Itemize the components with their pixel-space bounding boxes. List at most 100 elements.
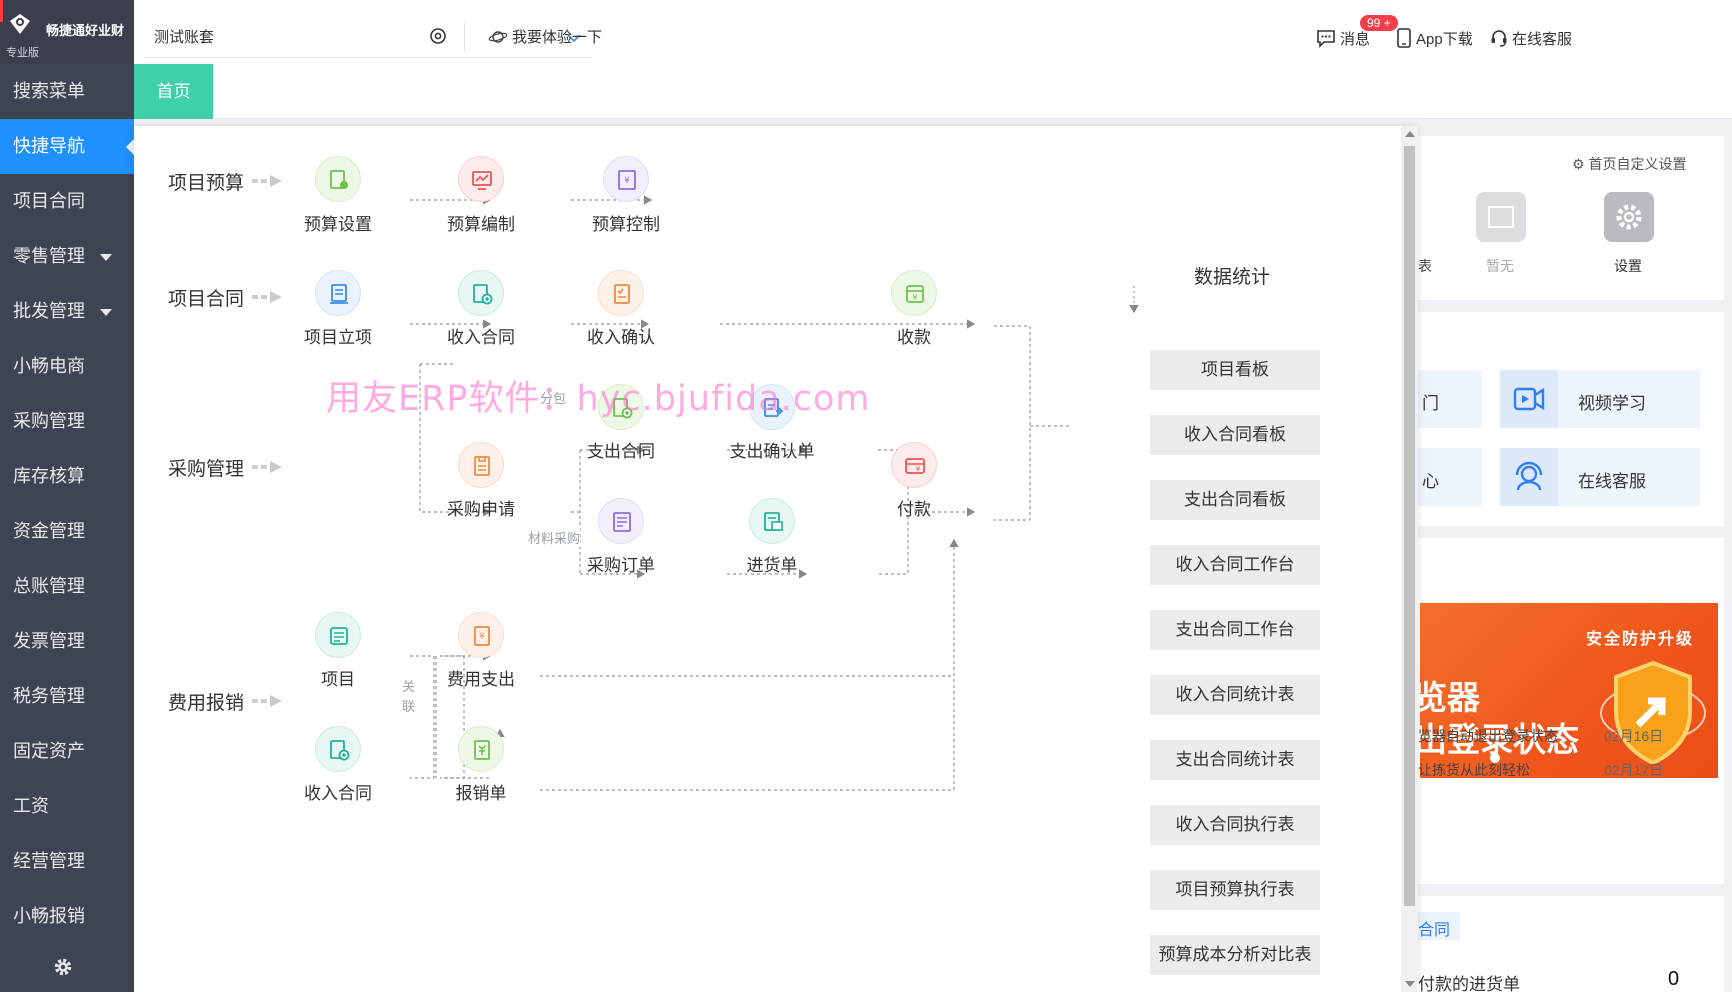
project-setup-node-icon[interactable]	[315, 270, 361, 316]
quick-app-settings-icon[interactable]	[1604, 192, 1654, 242]
goods-receipt-label[interactable]: 进货单	[712, 551, 832, 576]
statistics-report-button[interactable]: 支出合同工作台	[1150, 610, 1320, 650]
sidebar-item[interactable]: 搜索菜单	[0, 64, 134, 119]
sidebar-item-label: 库存核算	[13, 466, 85, 486]
todo-tab-partial[interactable]: 合同	[1418, 912, 1461, 940]
income-contract-label[interactable]: 收入合同	[421, 323, 541, 348]
purchase-request-label[interactable]: 采购申请	[421, 495, 541, 520]
sidebar-item[interactable]: 工资	[0, 779, 134, 834]
svg-text:¥: ¥	[479, 632, 485, 642]
custom-home-settings-link[interactable]: ⚙ 首页自定义设置	[1572, 154, 1686, 174]
sidebar-item[interactable]: 税务管理	[0, 669, 134, 724]
news-item-title[interactable]: 览器自动退出登录状态	[1418, 726, 1558, 746]
expense-contract-label[interactable]: 支出合同	[561, 437, 681, 462]
video-learning-tile[interactable]: 视频学习	[1500, 370, 1700, 428]
sidebar-item[interactable]: 小畅电商	[0, 339, 134, 394]
messages-button[interactable]: 消息	[1316, 28, 1370, 49]
purchase-order-node-icon[interactable]	[598, 498, 644, 544]
statistics-report-button[interactable]: 收入合同看板	[1150, 415, 1320, 455]
budget-setting-node-icon[interactable]	[315, 156, 361, 202]
online-service-label: 在线客服	[1512, 31, 1573, 48]
sidebar-item[interactable]: 固定资产	[0, 724, 134, 779]
income-contract-2-node-icon[interactable]	[315, 726, 361, 772]
budget-compile-label[interactable]: 预算编制	[421, 210, 541, 235]
scroll-up-icon[interactable]	[1405, 131, 1415, 137]
sidebar-item[interactable]: 快捷导航	[0, 119, 134, 174]
help-tile-partial-2[interactable]: 心	[1418, 448, 1482, 506]
security-upgrade-banner[interactable]: 安全防护升级 览器 出登录状态	[1420, 603, 1718, 778]
row-label-budget: 项目预算	[168, 173, 245, 194]
help-tile-partial-2-label: 心	[1422, 472, 1439, 491]
purchase-order-label[interactable]: 采购订单	[561, 551, 681, 576]
phone-icon	[1397, 28, 1411, 48]
app-logo[interactable]: 畅捷通好业财 专业版	[0, 0, 134, 64]
nav-list: 搜索菜单快捷导航项目合同零售管理 批发管理 小畅电商 采购管理库存核算资金管理总账管理…	[0, 64, 134, 944]
sidebar-item-label: 项目合同	[13, 191, 85, 211]
statistics-report-button[interactable]: 项目预算执行表	[1150, 870, 1320, 910]
reimbursement-label[interactable]: 报销单	[421, 779, 541, 804]
expense-payout-label[interactable]: 费用支出	[421, 665, 541, 690]
gear-icon[interactable]	[52, 956, 74, 978]
budget-control-node-icon[interactable]: ¥	[603, 156, 649, 202]
income-contract-2-label[interactable]: 收入合同	[278, 779, 398, 804]
scroll-down-icon[interactable]	[1405, 981, 1415, 987]
news-item-title[interactable]: 让拣货从此刻轻松	[1418, 760, 1530, 780]
sidebar-item[interactable]: 总账管理	[0, 559, 134, 614]
reimbursement-node-icon[interactable]	[458, 726, 504, 772]
online-service-tile[interactable]: 在线客服	[1500, 448, 1700, 506]
sidebar-item[interactable]: 批发管理	[0, 284, 134, 339]
sidebar-item[interactable]: 零售管理	[0, 229, 134, 284]
project-setup-label[interactable]: 项目立项	[278, 323, 398, 348]
receipt-node-icon[interactable]: ¥	[891, 270, 937, 316]
sidebar-item[interactable]: 项目合同	[0, 174, 134, 229]
budget-compile-node-icon[interactable]	[458, 156, 504, 202]
income-contract-node-icon[interactable]	[458, 270, 504, 316]
app-download-button[interactable]: App下载	[1396, 28, 1473, 49]
try-experience-button[interactable]: 我要体验一下	[488, 26, 602, 47]
message-count-badge: 99 +	[1360, 15, 1398, 31]
project-label[interactable]: 项目	[278, 665, 398, 690]
expense-payout-node-icon[interactable]: ¥	[458, 612, 504, 658]
statistics-report-button[interactable]: 预算成本分析对比表	[1150, 935, 1320, 975]
sidebar-item[interactable]: 库存核算	[0, 449, 134, 504]
statistics-report-button[interactable]: 支出合同统计表	[1150, 740, 1320, 780]
payment-label[interactable]: 付款	[854, 495, 974, 520]
receipt-label[interactable]: 收款	[854, 323, 974, 348]
statistics-report-button[interactable]: 收入合同工作台	[1150, 545, 1320, 585]
row-label-purchase: 采购管理	[168, 459, 245, 480]
sidebar-item[interactable]: 小畅报销	[0, 889, 134, 944]
project-node-icon[interactable]	[315, 612, 361, 658]
logo-icon	[10, 14, 30, 34]
sidebar-item[interactable]: 采购管理	[0, 394, 134, 449]
statistics-report-button[interactable]: 收入合同统计表	[1150, 675, 1320, 715]
statistics-report-button[interactable]: 收入合同执行表	[1150, 805, 1320, 845]
statistics-report-button[interactable]: 项目看板	[1150, 350, 1320, 390]
panel-scrollbar[interactable]	[1401, 126, 1418, 992]
payment-node-icon[interactable]: ¥	[891, 442, 937, 488]
expense-confirm-label[interactable]: 支出确认单	[712, 437, 832, 462]
account-settings-gear-icon[interactable]	[428, 26, 448, 46]
sidebar-item-label: 资金管理	[13, 521, 85, 541]
pending-goods-receipt-label[interactable]: 付款的进货单	[1418, 970, 1520, 992]
message-icon	[1317, 30, 1335, 48]
sidebar-item-label: 搜索菜单	[13, 81, 85, 101]
income-confirm-node-icon[interactable]	[598, 270, 644, 316]
sidebar-item[interactable]: 资金管理	[0, 504, 134, 559]
help-tile-partial-1[interactable]: 门	[1418, 370, 1482, 428]
sidebar-item[interactable]: 经营管理	[0, 834, 134, 889]
top-header: 测试账套 我要体验一下 消息 99 + App下载 在线客服	[134, 0, 1732, 64]
online-service-tile-label: 在线客服	[1578, 472, 1646, 491]
income-confirm-label[interactable]: 收入确认	[561, 323, 681, 348]
budget-setting-label[interactable]: 预算设置	[278, 210, 398, 235]
row-label-expense: 费用报销	[168, 693, 245, 714]
sidebar-item[interactable]: 发票管理	[0, 614, 134, 669]
quick-app-placeholder-icon[interactable]	[1476, 192, 1526, 242]
scroll-thumb[interactable]	[1404, 146, 1415, 906]
budget-control-label[interactable]: 预算控制	[566, 210, 686, 235]
related-label-1: 关	[402, 676, 416, 695]
statistics-report-button[interactable]: 支出合同看板	[1150, 480, 1320, 520]
purchase-request-node-icon[interactable]	[458, 442, 504, 488]
goods-receipt-node-icon[interactable]	[749, 498, 795, 544]
tab-home[interactable]: 首页	[134, 64, 213, 119]
online-service-button[interactable]: 在线客服	[1490, 28, 1572, 49]
